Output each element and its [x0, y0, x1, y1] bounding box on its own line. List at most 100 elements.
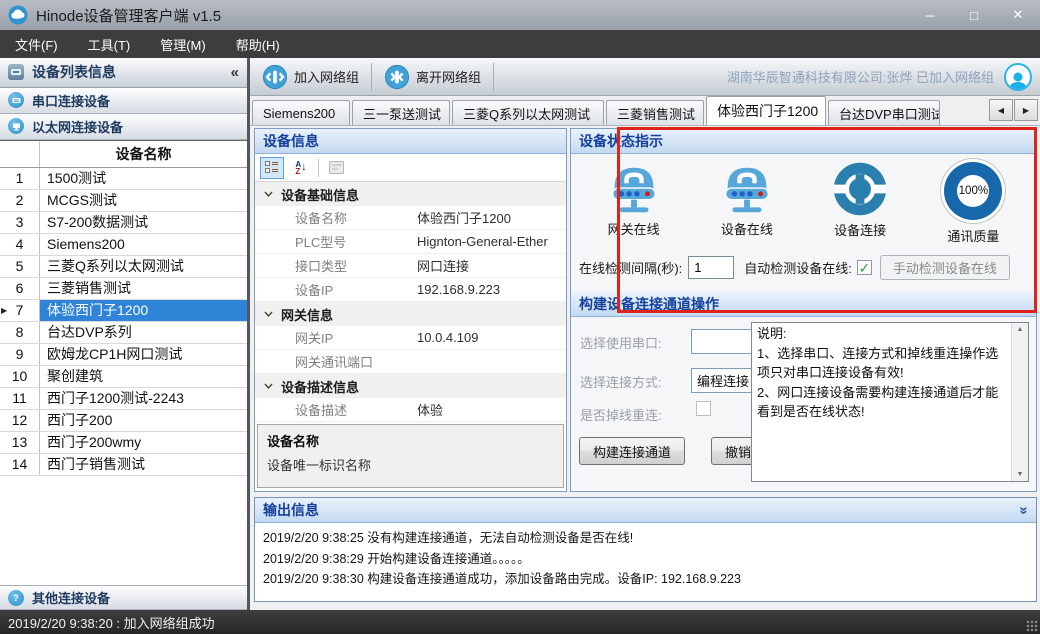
collapse-chevron-icon	[255, 311, 281, 317]
section-description-info[interactable]: 设备描述信息	[255, 374, 566, 398]
tab-siemens200[interactable]: Siemens200	[252, 100, 350, 125]
table-row[interactable]: 8台达DVP系列	[0, 322, 247, 344]
menu-help[interactable]: 帮助(H)	[221, 30, 295, 58]
table-row[interactable]: 4Siemens200	[0, 234, 247, 256]
menu-manage[interactable]: 管理(M)	[145, 30, 221, 58]
interval-input[interactable]	[688, 256, 734, 279]
table-row[interactable]: 6三菱销售测试	[0, 278, 247, 300]
indicator-comm-quality: 100% 通讯质量	[917, 162, 1030, 245]
tab-scroll-buttons: ◀ ▶	[989, 99, 1038, 121]
join-network-button[interactable]: 加入网络组	[250, 58, 371, 95]
group-serial-label: 串口连接设备	[32, 91, 110, 110]
toolbar-separator	[318, 159, 319, 177]
auto-detect-checkbox[interactable]: ✓	[857, 260, 872, 275]
tab-scroll-left-icon[interactable]: ◀	[989, 99, 1013, 121]
app-logo-icon	[8, 5, 28, 25]
user-avatar[interactable]	[1004, 63, 1032, 91]
section-gateway-info[interactable]: 网关信息	[255, 302, 566, 326]
toolbar-separator	[493, 63, 494, 91]
instruction-line: 2、网口连接设备需要构建连接通道后才能看到是否在线状态!	[757, 383, 1008, 422]
menu-file[interactable]: 文件(F)	[0, 30, 73, 58]
person-icon	[1008, 71, 1028, 89]
serial-select-label: 选择使用串口:	[580, 333, 662, 352]
menu-bar: 文件(F) 工具(T) 管理(M) 帮助(H)	[0, 30, 1040, 58]
device-table-header: 设备名称	[0, 141, 247, 168]
resize-grip[interactable]	[1026, 620, 1038, 632]
scroll-up-icon[interactable]: ▲	[1017, 326, 1024, 333]
alphabetical-sort-icon[interactable]: AZ↓	[289, 157, 313, 179]
table-row[interactable]: 5三菱Q系列以太网测试	[0, 256, 247, 278]
tab-siemens1200-active[interactable]: 体验西门子1200	[706, 96, 826, 125]
tab-sany-pump[interactable]: 三一泵送测试	[352, 100, 450, 125]
status-bar: 2019/2/20 9:38:20 : 加入网络组成功	[0, 610, 1040, 634]
table-row[interactable]: 9欧姆龙CP1H网口测试	[0, 344, 247, 366]
auto-detect-label: 自动检测设备在线:	[744, 258, 852, 277]
window-title: Hinode设备管理客户端 v1.5	[36, 5, 221, 26]
indicator-gateway-online: 网关在线	[577, 162, 690, 245]
categorized-view-icon[interactable]	[260, 157, 284, 179]
output-message: 2019/2/20 9:38:25 没有构建连接通道，无法自动检测设备是否在线!	[263, 528, 1028, 549]
table-row-selected[interactable]: ▶7体验西门子1200	[0, 300, 247, 322]
property-value[interactable]: 10.0.4.109	[417, 330, 566, 345]
reconnect-checkbox[interactable]	[696, 401, 711, 416]
group-ethernet-devices[interactable]: 以太网连接设备	[0, 114, 247, 140]
property-value[interactable]: 192.168.9.223	[417, 282, 566, 297]
channel-ops-header: 构建设备连接通道操作	[571, 292, 1036, 317]
table-row[interactable]: 12西门子200	[0, 410, 247, 432]
minimize-button[interactable]: ─	[908, 0, 952, 30]
table-row[interactable]: 14西门子销售测试	[0, 454, 247, 476]
property-value[interactable]: 体验	[417, 400, 566, 419]
company-login-status: 湖南华辰智通科技有限公司:张烨 已加入网络组	[727, 67, 994, 86]
device-table: 设备名称 11500测试 2MCGS测试 3S7-200数据测试 4Siemen…	[0, 140, 247, 585]
property-value[interactable]: 网口连接	[417, 256, 566, 275]
build-channel-button[interactable]: 构建连接通道	[579, 437, 685, 465]
tab-scroll-right-icon[interactable]: ▶	[1014, 99, 1038, 121]
status-bar-text: 2019/2/20 9:38:20 : 加入网络组成功	[8, 613, 215, 632]
section-basic-info[interactable]: 设备基础信息	[255, 182, 566, 206]
serial-device-icon	[8, 92, 24, 108]
table-row[interactable]: 13西门子200wmy	[0, 432, 247, 454]
tab-delta-dvp-serial[interactable]: 台达DVP串口测试	[828, 100, 940, 125]
output-panel: 输出信息 » 2019/2/20 9:38:25 没有构建连接通道，无法自动检测…	[254, 497, 1037, 602]
output-collapse-icon[interactable]: »	[1015, 506, 1032, 514]
device-tab-bar: Siemens200 三一泵送测试 三菱Q系列以太网测试 三菱销售测试 体验西门…	[250, 96, 1040, 126]
network-toolbar: 加入网络组 离开网络组 湖南华辰智通科技有限公司:张烨 已加入网络组	[250, 58, 1040, 96]
collapse-chevron-icon	[255, 191, 281, 197]
table-row[interactable]: 2MCGS测试	[0, 190, 247, 212]
leave-network-button[interactable]: 离开网络组	[372, 58, 493, 95]
tab-mitsubishi-q-ethernet[interactable]: 三菱Q系列以太网测试	[452, 100, 604, 125]
group-serial-devices[interactable]: 串口连接设备	[0, 88, 247, 114]
table-row[interactable]: 11西门子1200测试-2243	[0, 388, 247, 410]
property-row: 接口类型网口连接	[255, 254, 566, 278]
indicator-device-connect: 设备连接	[804, 162, 917, 245]
table-row[interactable]: 10聚创建筑	[0, 366, 247, 388]
instructions-scrollbar[interactable]: ▲ ▼	[1011, 323, 1028, 481]
output-message: 2019/2/20 9:38:30 构建设备连接通道成功，添加设备路由完成。设备…	[263, 569, 1028, 590]
table-row[interactable]: 11500测试	[0, 168, 247, 190]
property-description-text: 设备唯一标识名称	[267, 455, 554, 474]
property-value[interactable]: Hignton-General-Ether	[417, 234, 566, 249]
interval-label: 在线检测间隔(秒):	[579, 258, 682, 277]
table-row[interactable]: 3S7-200数据测试	[0, 212, 247, 234]
property-pages-icon	[324, 157, 348, 179]
leave-network-icon	[384, 64, 410, 90]
mode-select-label: 选择连接方式:	[580, 372, 662, 391]
group-other-devices[interactable]: ? 其他连接设备	[0, 585, 247, 610]
menu-tools[interactable]: 工具(T)	[73, 30, 146, 58]
property-grid-toolbar: AZ↓	[255, 154, 566, 182]
property-row: 设备描述体验	[255, 398, 566, 422]
sidebar-collapse-icon[interactable]: «	[231, 64, 239, 81]
property-row: 设备名称体验西门子1200	[255, 206, 566, 230]
tab-mitsubishi-sales[interactable]: 三菱销售测试	[606, 100, 704, 125]
content-area: 设备信息 AZ↓ 设备基础信息 设备名称体验西门子1200	[250, 126, 1040, 610]
maximize-button[interactable]: □	[952, 0, 996, 30]
device-info-header: 设备信息	[255, 129, 566, 154]
sidebar-header: 设备列表信息 «	[0, 58, 247, 88]
title-bar: Hinode设备管理客户端 v1.5 ─ □ ✕	[0, 0, 1040, 30]
scroll-down-icon[interactable]: ▼	[1017, 471, 1024, 478]
close-button[interactable]: ✕	[996, 0, 1040, 30]
property-value[interactable]: 体验西门子1200	[417, 208, 566, 227]
manual-detect-button[interactable]: 手动检测设备在线	[880, 255, 1010, 280]
status-indicators: 网关在线 设备在线	[571, 154, 1036, 245]
output-message: 2019/2/20 9:38:29 开始构建设备连接通道。。。。。	[263, 549, 1028, 570]
